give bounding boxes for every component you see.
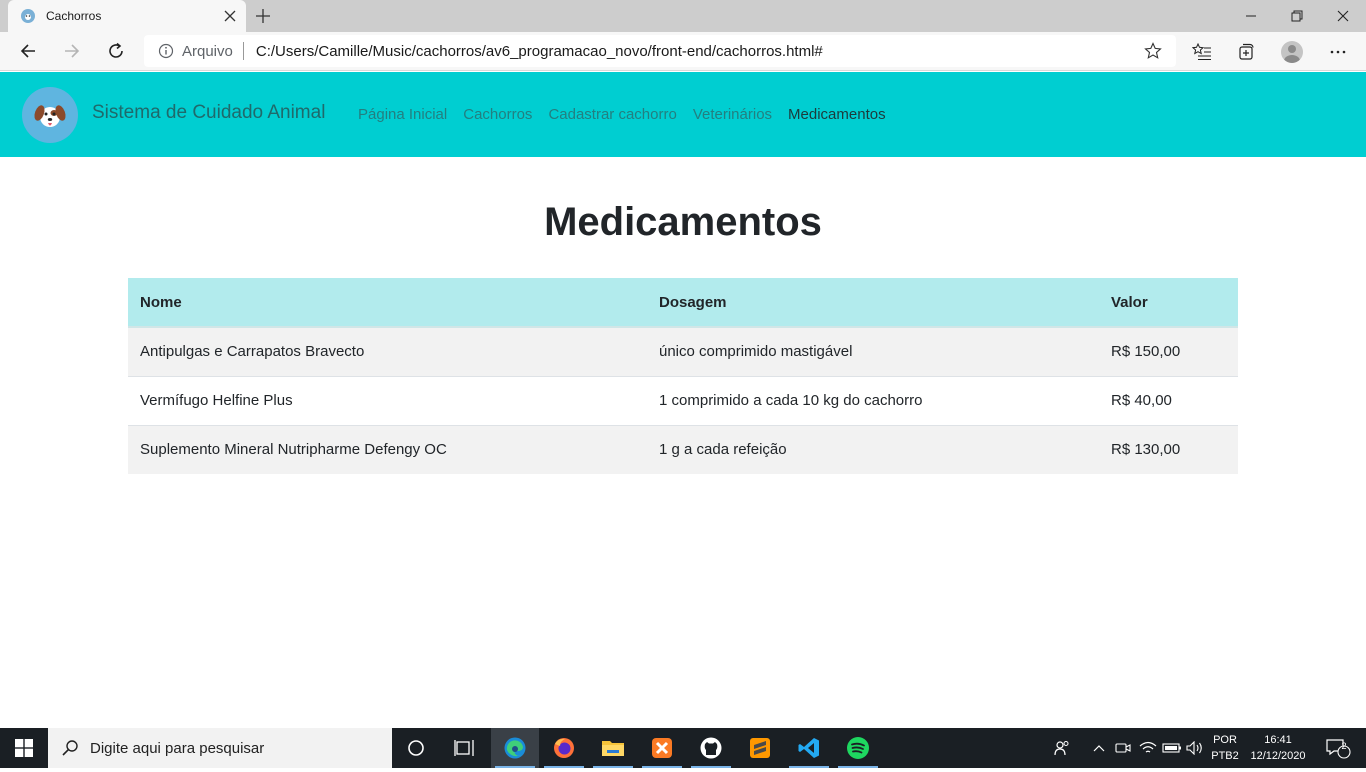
notification-count: 2	[1341, 741, 1347, 751]
site-favicon-icon	[20, 8, 36, 24]
new-tab-icon[interactable]	[250, 3, 276, 29]
nav-link-cachorros[interactable]: Cachorros	[463, 106, 532, 123]
language-code: POR	[1213, 734, 1237, 746]
cell-valor: R$ 130,00	[1099, 424, 1238, 474]
github-desktop-icon[interactable]	[687, 728, 735, 768]
table-row: Antipulgas e Carrapatos Bravecto único c…	[128, 326, 1238, 376]
file-explorer-icon[interactable]	[589, 728, 637, 768]
forward-icon[interactable]	[56, 36, 88, 66]
address-divider	[242, 42, 244, 60]
search-icon	[60, 738, 80, 758]
minimize-icon[interactable]	[1228, 0, 1274, 32]
main-nav: Página Inicial Cachorros Cadastrar cacho…	[358, 106, 902, 123]
table-header-row: Nome Dosagem Valor	[128, 278, 1238, 328]
firefox-icon[interactable]	[540, 728, 588, 768]
meet-now-icon[interactable]	[1112, 728, 1134, 768]
medications-table: Nome Dosagem Valor Antipulgas e Carrapat…	[128, 278, 1238, 474]
taskbar-clock[interactable]: 16:41 12/12/2020	[1246, 732, 1310, 772]
favorites-list-icon[interactable]	[1186, 37, 1218, 67]
restore-icon[interactable]	[1274, 0, 1320, 32]
favorite-star-icon[interactable]	[1142, 40, 1164, 62]
page-title: Medicamentos	[544, 200, 822, 244]
task-view-icon[interactable]	[440, 728, 488, 768]
profile-avatar[interactable]	[1276, 37, 1308, 67]
collections-icon[interactable]	[1230, 37, 1262, 67]
spotify-icon[interactable]	[834, 728, 882, 768]
cell-dosagem: 1 g a cada refeição	[647, 424, 1099, 474]
cell-nome: Antipulgas e Carrapatos Bravecto	[128, 326, 647, 376]
wifi-icon[interactable]	[1136, 728, 1160, 768]
table-row: Vermífugo Helfine Plus 1 comprimido a ca…	[128, 375, 1238, 425]
xampp-icon[interactable]	[638, 728, 686, 768]
site-brand[interactable]: Sistema de Cuidado Animal	[92, 102, 325, 124]
info-icon[interactable]	[158, 43, 174, 59]
browser-tab-strip: Cachorros	[0, 0, 1366, 32]
cell-valor: R$ 40,00	[1099, 375, 1238, 425]
cell-nome: Suplemento Mineral Nutripharme Defengy O…	[128, 424, 647, 474]
cortana-icon[interactable]	[392, 728, 440, 768]
keyboard-layout: PTB2	[1211, 750, 1239, 762]
nav-link-medicamentos[interactable]: Medicamentos	[788, 106, 886, 123]
column-header-valor: Valor	[1099, 278, 1238, 328]
address-url[interactable]: C:/Users/Camille/Music/cachorros/av6_pro…	[256, 43, 1142, 60]
cell-nome: Vermífugo Helfine Plus	[128, 375, 647, 425]
column-header-dosagem: Dosagem	[647, 278, 1099, 328]
more-options-icon[interactable]	[1322, 37, 1354, 67]
browser-tab[interactable]: Cachorros	[8, 0, 246, 32]
address-scheme-label: Arquivo	[182, 42, 233, 60]
profile-icon	[1281, 41, 1303, 63]
notifications-icon[interactable]: 2	[1318, 728, 1358, 768]
clock-date: 12/12/2020	[1250, 750, 1306, 762]
close-tab-icon[interactable]	[218, 4, 242, 28]
input-language[interactable]: POR PTB2	[1206, 732, 1244, 772]
close-window-icon[interactable]	[1320, 0, 1366, 32]
battery-icon[interactable]	[1160, 728, 1184, 768]
nav-link-pagina-inicial[interactable]: Página Inicial	[358, 106, 447, 123]
site-header: Sistema de Cuidado Animal Página Inicial…	[0, 72, 1366, 157]
edge-icon[interactable]	[491, 728, 539, 768]
cell-dosagem: único comprimido mastigável	[647, 326, 1099, 376]
table-row: Suplemento Mineral Nutripharme Defengy O…	[128, 424, 1238, 474]
refresh-icon[interactable]	[100, 36, 132, 66]
vscode-icon[interactable]	[785, 728, 833, 768]
back-icon[interactable]	[12, 36, 44, 66]
sublime-text-icon[interactable]	[736, 728, 784, 768]
people-icon[interactable]	[1042, 728, 1082, 768]
nav-link-cadastrar-cachorro[interactable]: Cadastrar cachorro	[548, 106, 676, 123]
clock-time: 16:41	[1264, 734, 1292, 746]
search-placeholder: Digite aqui para pesquisar	[90, 739, 265, 757]
show-hidden-icons-chevron-up-icon[interactable]	[1088, 728, 1110, 768]
cell-dosagem: 1 comprimido a cada 10 kg do cachorro	[647, 375, 1099, 425]
address-bar[interactable]: Arquivo C:/Users/Camille/Music/cachorros…	[144, 35, 1176, 67]
cell-valor: R$ 150,00	[1099, 326, 1238, 376]
dog-logo-icon[interactable]	[22, 87, 78, 143]
volume-icon[interactable]	[1184, 728, 1206, 768]
browser-toolbar: Arquivo C:/Users/Camille/Music/cachorros…	[0, 32, 1366, 71]
windows-start-icon[interactable]	[0, 728, 48, 768]
taskbar-search[interactable]: Digite aqui para pesquisar	[48, 728, 392, 768]
column-header-nome: Nome	[128, 278, 647, 328]
tab-title: Cachorros	[46, 9, 102, 23]
nav-link-veterinarios[interactable]: Veterinários	[693, 106, 772, 123]
windows-taskbar: Digite aqui para pesquisar POR PTB2 16:4…	[0, 728, 1366, 768]
